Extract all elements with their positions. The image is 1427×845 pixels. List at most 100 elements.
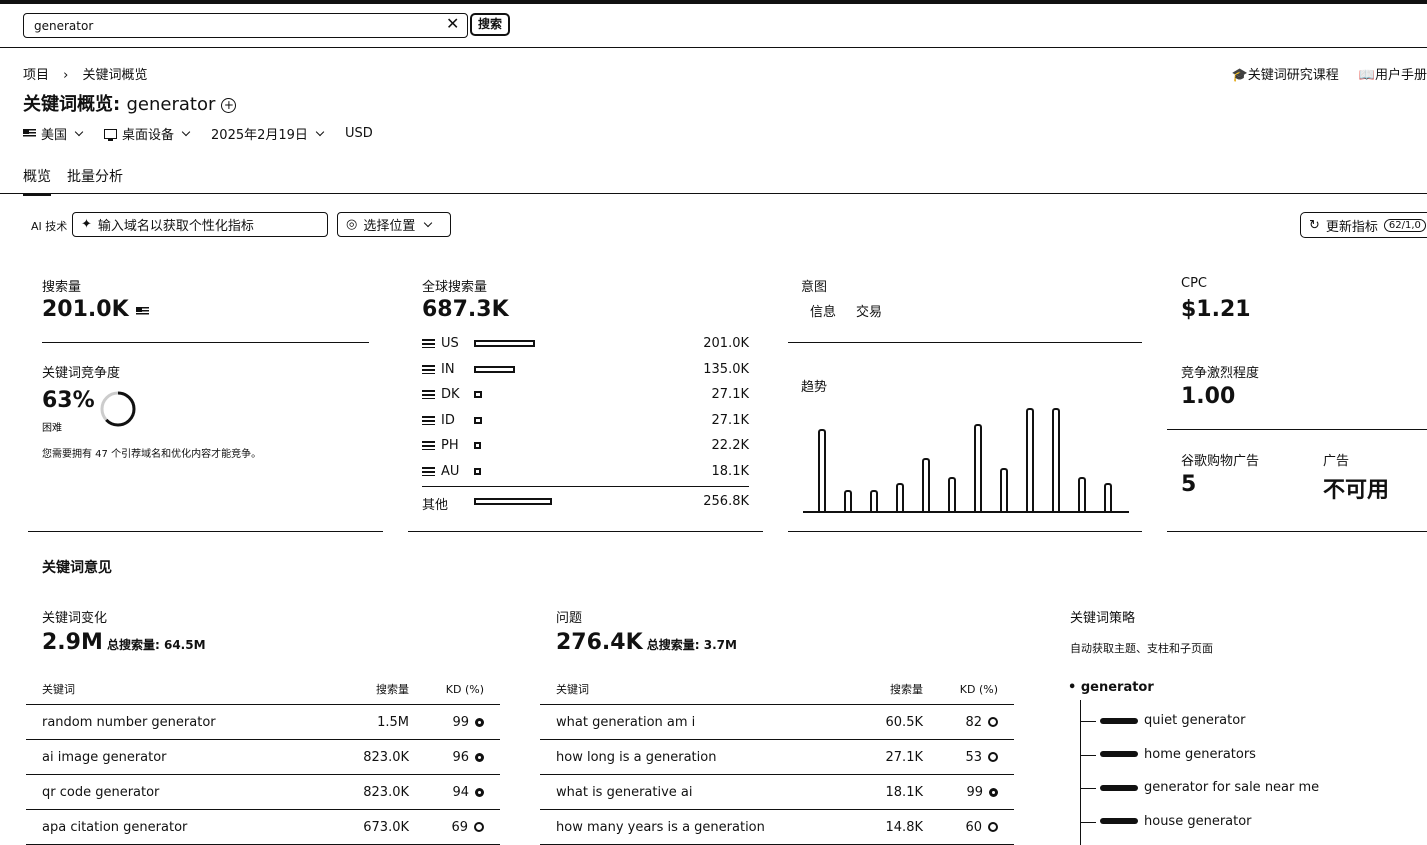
col-keyword[interactable]: 关键词 bbox=[540, 674, 843, 705]
table-header: 关键词 搜索量 KD (%) bbox=[540, 674, 1014, 705]
shopping-label: 谷歌购物广告 bbox=[1181, 454, 1260, 469]
row-keyword[interactable]: what generation am i bbox=[540, 704, 843, 740]
date-select[interactable]: 2025年2月19日 bbox=[211, 124, 325, 143]
trend-bar bbox=[1078, 477, 1086, 511]
strategy-item[interactable]: quiet generator bbox=[1100, 713, 1246, 728]
dot-icon: • bbox=[1068, 680, 1077, 695]
tree-connector bbox=[1080, 721, 1096, 722]
row-keyword[interactable]: how many years is a generation bbox=[540, 809, 843, 845]
table-row[interactable]: what generation am i 60.5K 82 bbox=[540, 704, 1014, 740]
cpc-value: $1.21 bbox=[1181, 297, 1251, 322]
competition-label: 竞争激烈程度 bbox=[1181, 366, 1260, 381]
global-volume-value: 687.3K bbox=[422, 297, 509, 322]
clear-icon[interactable]: ✕ bbox=[446, 14, 459, 33]
kd-value: 99 bbox=[966, 784, 983, 800]
trend-bar bbox=[896, 483, 904, 511]
us-flag-icon bbox=[23, 129, 36, 138]
card-bottom bbox=[28, 531, 383, 532]
page-title: 关键词概览: generator + bbox=[23, 90, 237, 116]
row-kd: 53 bbox=[923, 739, 1014, 775]
table-row[interactable]: qr code generator 823.0K 94 bbox=[26, 774, 500, 810]
flag-icon bbox=[422, 364, 435, 374]
intent-tag: 信息 bbox=[810, 305, 837, 320]
questions-summary: 276.4K 总搜索量: 3.7M bbox=[556, 630, 737, 655]
card-divider bbox=[1167, 429, 1427, 430]
update-metrics-button[interactable]: ↻ 更新指标 62/1,0 bbox=[1300, 212, 1427, 238]
strategy-item[interactable]: house generator bbox=[1100, 814, 1252, 829]
country-select[interactable]: 美国 bbox=[23, 124, 84, 143]
search-button[interactable]: 搜索 bbox=[470, 13, 510, 36]
strategy-item[interactable]: generator for sale near me bbox=[1100, 780, 1319, 795]
book-icon: 📖 bbox=[1358, 68, 1375, 83]
country-bar bbox=[474, 340, 535, 347]
questions-label: 问题 bbox=[556, 611, 583, 626]
country-code: US bbox=[441, 336, 459, 351]
card-bottom bbox=[408, 531, 763, 532]
country-row: ID 27.1K bbox=[422, 413, 749, 429]
device-select[interactable]: 桌面设备 bbox=[104, 124, 191, 143]
table-row[interactable]: how long is a generation 27.1K 53 bbox=[540, 739, 1014, 775]
col-keyword[interactable]: 关键词 bbox=[26, 674, 329, 705]
strength-bar-icon bbox=[1100, 717, 1138, 724]
row-volume: 18.1K bbox=[843, 774, 923, 810]
course-link[interactable]: 🎓关键词研究课程 bbox=[1232, 64, 1339, 83]
card-bottom bbox=[788, 531, 1142, 532]
difficulty-gauge bbox=[100, 391, 136, 427]
country-code: ID bbox=[441, 412, 455, 428]
tab-overview[interactable]: 概览 bbox=[23, 166, 51, 196]
sparkle-icon: ✦ bbox=[81, 217, 92, 232]
col-kd[interactable]: KD (%) bbox=[923, 674, 1014, 705]
kd-value: 96 bbox=[452, 749, 469, 765]
col-kd[interactable]: KD (%) bbox=[409, 674, 500, 705]
manual-link[interactable]: 📖用户手册 bbox=[1359, 64, 1427, 83]
location-select[interactable]: ◎ 选择位置 bbox=[337, 212, 451, 237]
row-kd: 82 bbox=[923, 704, 1014, 740]
table-row[interactable]: ai image generator 823.0K 96 bbox=[26, 739, 500, 775]
country-value: 18.1K bbox=[711, 463, 749, 479]
country-row: DK 27.1K bbox=[422, 387, 749, 403]
strategy-item[interactable]: home generators bbox=[1100, 747, 1256, 762]
other-value: 256.8K bbox=[703, 494, 749, 509]
strategy-subtitle: 自动获取主题、支柱和子页面 bbox=[1070, 642, 1213, 655]
table-row[interactable]: random number generator 1.5M 99 bbox=[26, 704, 500, 740]
country-bar bbox=[474, 467, 481, 475]
competition-value: 1.00 bbox=[1181, 384, 1236, 409]
strategy-label: 关键词策略 bbox=[1070, 611, 1136, 626]
breadcrumb-root[interactable]: 项目 bbox=[23, 64, 49, 83]
row-keyword[interactable]: apa citation generator bbox=[26, 809, 329, 845]
table-row[interactable]: what is generative ai 18.1K 99 bbox=[540, 774, 1014, 810]
row-keyword[interactable]: what is generative ai bbox=[540, 774, 843, 810]
questions-value: 276.4K bbox=[556, 630, 643, 655]
strength-bar-icon bbox=[1100, 818, 1138, 824]
trend-bar bbox=[1026, 408, 1034, 511]
strategy-item-label: generator for sale near me bbox=[1144, 780, 1320, 795]
tab-bulk[interactable]: 批量分析 bbox=[67, 166, 123, 196]
domain-input[interactable]: ✦ 输入域名以获取个性化指标 bbox=[72, 212, 328, 237]
row-volume: 823.0K bbox=[329, 774, 409, 810]
chevron-down-icon bbox=[74, 127, 84, 137]
tree-connector bbox=[1080, 788, 1096, 789]
strategy-root[interactable]: • generator bbox=[1068, 680, 1154, 695]
row-kd: 60 bbox=[923, 809, 1014, 845]
country-value: 27.1K bbox=[711, 412, 749, 428]
row-keyword[interactable]: qr code generator bbox=[26, 774, 329, 810]
tree-connector bbox=[1080, 821, 1096, 823]
row-keyword[interactable]: random number generator bbox=[26, 704, 329, 740]
country-bar bbox=[474, 416, 482, 424]
row-keyword[interactable]: ai image generator bbox=[26, 739, 329, 775]
table-row[interactable]: how many years is a generation 14.8K 60 bbox=[540, 809, 1014, 845]
trend-chart bbox=[803, 405, 1129, 513]
search-box[interactable] bbox=[23, 13, 468, 38]
country-row: IN 135.0K bbox=[422, 362, 749, 378]
col-volume[interactable]: 搜索量 bbox=[843, 674, 923, 705]
country-bar bbox=[474, 442, 481, 449]
add-to-list-icon[interactable]: + bbox=[221, 97, 237, 113]
chevron-right-icon: › bbox=[63, 68, 69, 83]
row-keyword[interactable]: how long is a generation bbox=[540, 739, 843, 775]
col-volume[interactable]: 搜索量 bbox=[329, 674, 409, 705]
table-row[interactable]: apa citation generator 673.0K 69 bbox=[26, 809, 500, 845]
ai-label: AI 技术 bbox=[31, 220, 68, 233]
country-row: AU 18.1K bbox=[422, 464, 749, 480]
search-input[interactable] bbox=[32, 16, 436, 36]
variations-value: 2.9M bbox=[42, 630, 103, 655]
